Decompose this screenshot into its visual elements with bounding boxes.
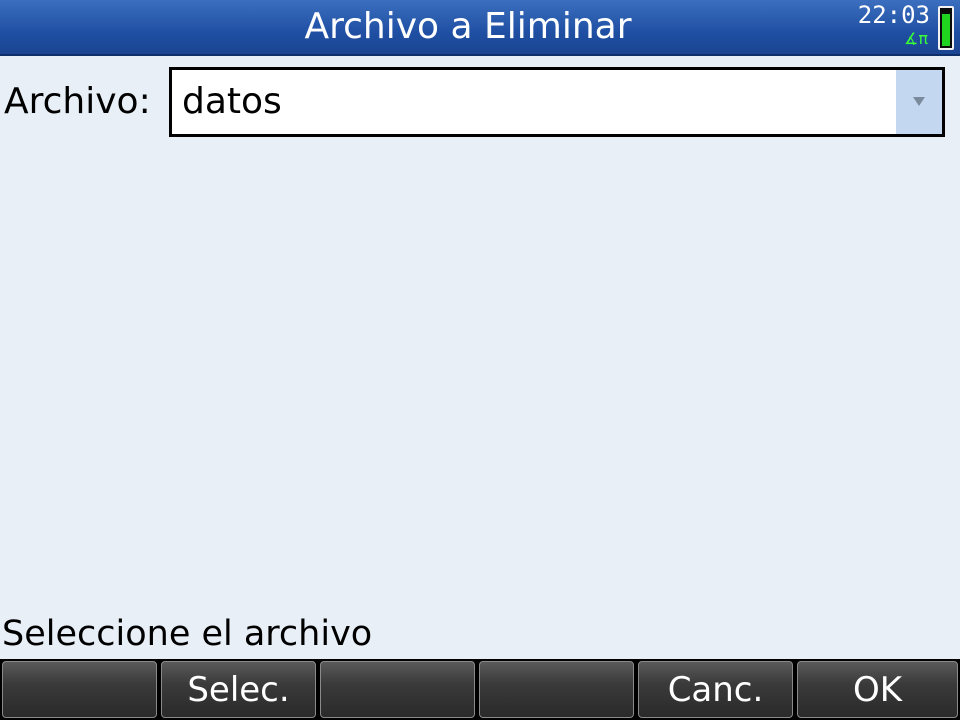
- title-bar: Archivo a Eliminar 22:03 ∡π: [0, 0, 960, 56]
- ok-button[interactable]: OK: [797, 661, 958, 718]
- softkey-1[interactable]: [2, 661, 157, 718]
- clock: 22:03: [857, 1, 930, 29]
- softkey-bar: Selec. Canc. OK: [0, 659, 960, 720]
- calculator-screen: Archivo a Eliminar 22:03 ∡π Archivo: dat…: [0, 0, 960, 720]
- chevron-down-icon: [913, 97, 925, 106]
- battery-icon: [938, 6, 954, 50]
- file-select-field[interactable]: datos: [169, 67, 945, 137]
- battery-level: [942, 14, 950, 46]
- softkey-4[interactable]: [479, 661, 634, 718]
- cancel-button[interactable]: Canc.: [638, 661, 793, 718]
- softkey-3[interactable]: [320, 661, 475, 718]
- file-field-label: Archivo:: [4, 81, 151, 122]
- angle-mode-indicator-icon: ∡π: [904, 29, 928, 48]
- help-text: Seleccione el archivo: [2, 614, 373, 654]
- select-button[interactable]: Selec.: [161, 661, 316, 718]
- page-title: Archivo a Eliminar: [304, 6, 632, 47]
- dropdown-button[interactable]: [896, 70, 942, 134]
- file-select-value: datos: [182, 81, 282, 122]
